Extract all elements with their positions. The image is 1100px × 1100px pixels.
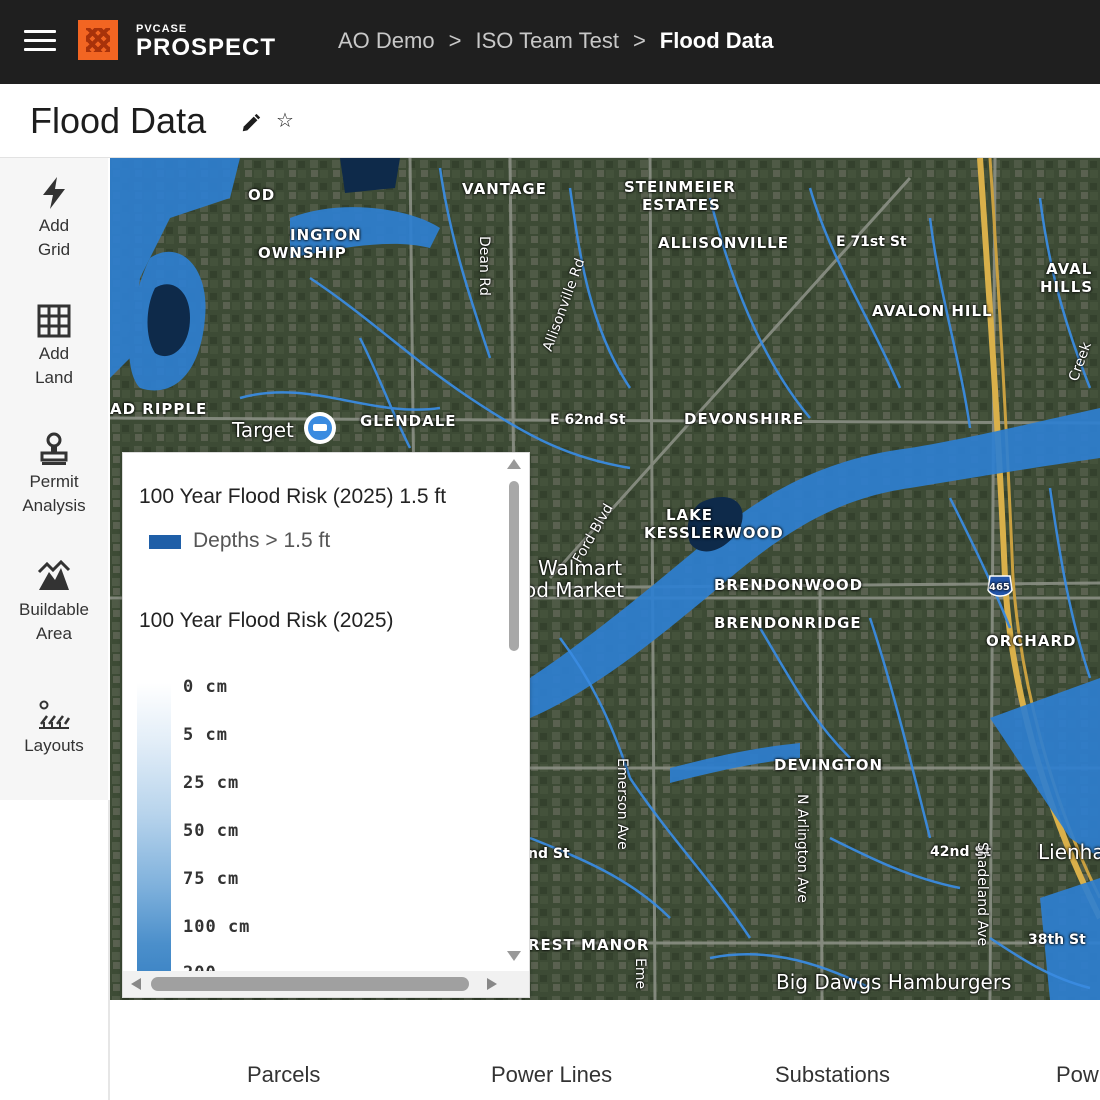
tab-substations[interactable]: Substations [775,1062,890,1088]
map-label: Emerson Ave [614,758,630,850]
brand-name[interactable]: PVCASE PROSPECT [136,24,276,61]
map-label: LAKE [666,506,714,524]
sidebar-item-add-land[interactable]: Add Land [0,304,108,390]
breadcrumb-flood-data: Flood Data [659,28,774,53]
legend-panel[interactable]: 100 Year Flood Risk (2025) 1.5 ft Depths… [122,452,530,998]
breadcrumb: AO Demo > ISO Team Test > Flood Data [338,28,773,54]
map-label: AD RIPPLE [110,400,208,418]
legend-swatch [149,535,181,549]
sidebar-item-label: Permit [29,472,79,491]
map-label: BRENDONRIDGE [714,614,862,632]
sidebar-item-permit-analysis[interactable]: Permit Analysis [0,432,108,518]
map-label: ALLISONVILLE [658,234,789,252]
scroll-up-icon[interactable] [507,459,521,469]
legend-horizontal-scrollbar[interactable] [123,971,529,997]
map-label: STEINMEIER [624,178,736,196]
map-label: ORCHARD [986,632,1077,650]
map-label: nd St [528,846,570,862]
map-label: BRENDONWOOD [714,576,864,594]
sidebar-item-label: Add [38,216,70,235]
sidebar-item-label: Area [36,624,72,643]
map-label: Eme [632,958,648,990]
color-ramp [137,683,171,973]
sidebar-item-layouts[interactable]: Layouts [0,700,108,758]
map-label: Big Dawgs Hamburgers [776,970,1012,994]
sidebar-item-label: Grid [37,240,71,259]
brand-big: PROSPECT [136,34,277,61]
sidebar-item-label: Layouts [24,736,84,755]
map-label: KESSLERWOOD [644,524,784,542]
bottom-tab-bar: Parcels Power Lines Substations Pow [110,1000,1100,1100]
map-label: Lienhard [1038,840,1100,864]
sidebar-item-label: Analysis [22,496,86,515]
map-label: AVALON HILL [872,302,993,320]
solar-panels-icon [39,700,71,729]
star-icon[interactable]: ☆ [276,108,294,133]
grid-icon [37,304,71,338]
scroll-down-icon[interactable] [507,951,521,961]
menu-icon[interactable] [24,30,56,54]
title-bar: Flood Data ☆ [0,84,1100,158]
map-label: od Market [524,578,625,602]
ramp-label: 5 cm [183,725,228,745]
map-label: OWNSHIP [258,244,347,262]
ramp-label: 50 cm [183,821,240,841]
map-label: Shadeland Ave [974,842,990,947]
terrain-icon [37,560,71,590]
ramp-label: 25 cm [183,773,240,793]
ramp-label: 100 cm [183,917,251,937]
page-title: Flood Data [30,100,207,141]
top-bar: PVCASE PROSPECT AO Demo > ISO Team Test … [0,0,1100,84]
sidebar-item-label: Add [38,344,70,363]
sidebar-item-label: Buildable [19,600,89,619]
legend-layer-title: 100 Year Flood Risk (2025) 1.5 ft [139,485,447,508]
scroll-right-icon[interactable] [487,978,497,990]
map-label: DEVINGTON [774,756,884,774]
sidebar-item-buildable-area[interactable]: Buildable Area [0,560,108,646]
ramp-label: 0 cm [183,677,228,697]
legend-vertical-scrollbar[interactable] [507,453,521,973]
map-label: E 71st St [836,234,907,250]
legend-layer-title: 100 Year Flood Risk (2025) [139,609,394,632]
map-label: REST MANOR [528,936,650,954]
ramp-label: 75 cm [183,869,240,889]
map-label: HILLS [1040,278,1094,296]
sidebar-item-add-grid[interactable]: Add Grid [0,176,108,262]
tab-power-lines[interactable]: Power Lines [491,1062,612,1088]
brand-logo-icon[interactable] [78,20,118,60]
map-label: N Arlington Ave [794,794,810,903]
breadcrumb-separator: > [632,28,646,53]
map-label: OD [248,186,276,204]
map-label: 38th St [1028,932,1086,948]
map-label: GLENDALE [360,412,457,430]
scroll-thumb[interactable] [151,977,469,991]
map-label: E 62nd St [550,412,626,428]
breadcrumb-separator: > [448,28,462,53]
scroll-left-icon[interactable] [131,978,141,990]
map-label: AVAL [1046,260,1093,278]
lightning-icon [43,177,65,209]
pencil-icon[interactable] [240,112,262,134]
legend-item-label: Depths > 1.5 ft [193,529,331,552]
breadcrumb-iso-team-test[interactable]: ISO Team Test [475,28,618,54]
sidebar: Add Grid Add Land Permit Analysis Builda… [0,158,108,800]
map-label: VANTAGE [462,180,547,198]
map-label: Dean Rd [476,236,492,296]
interstate-number: 465 [989,582,1010,593]
stamp-icon [40,432,68,465]
sidebar-item-label: Land [35,368,73,387]
map-label: DEVONSHIRE [684,410,805,428]
map-label: ESTATES [642,196,721,214]
tab-pow[interactable]: Pow [1056,1062,1099,1088]
map-label: INGTON [290,226,362,244]
scroll-thumb[interactable] [509,481,519,651]
map-label: Target [232,418,294,442]
breadcrumb-ao-demo[interactable]: AO Demo [338,28,435,54]
tab-parcels[interactable]: Parcels [247,1062,320,1088]
